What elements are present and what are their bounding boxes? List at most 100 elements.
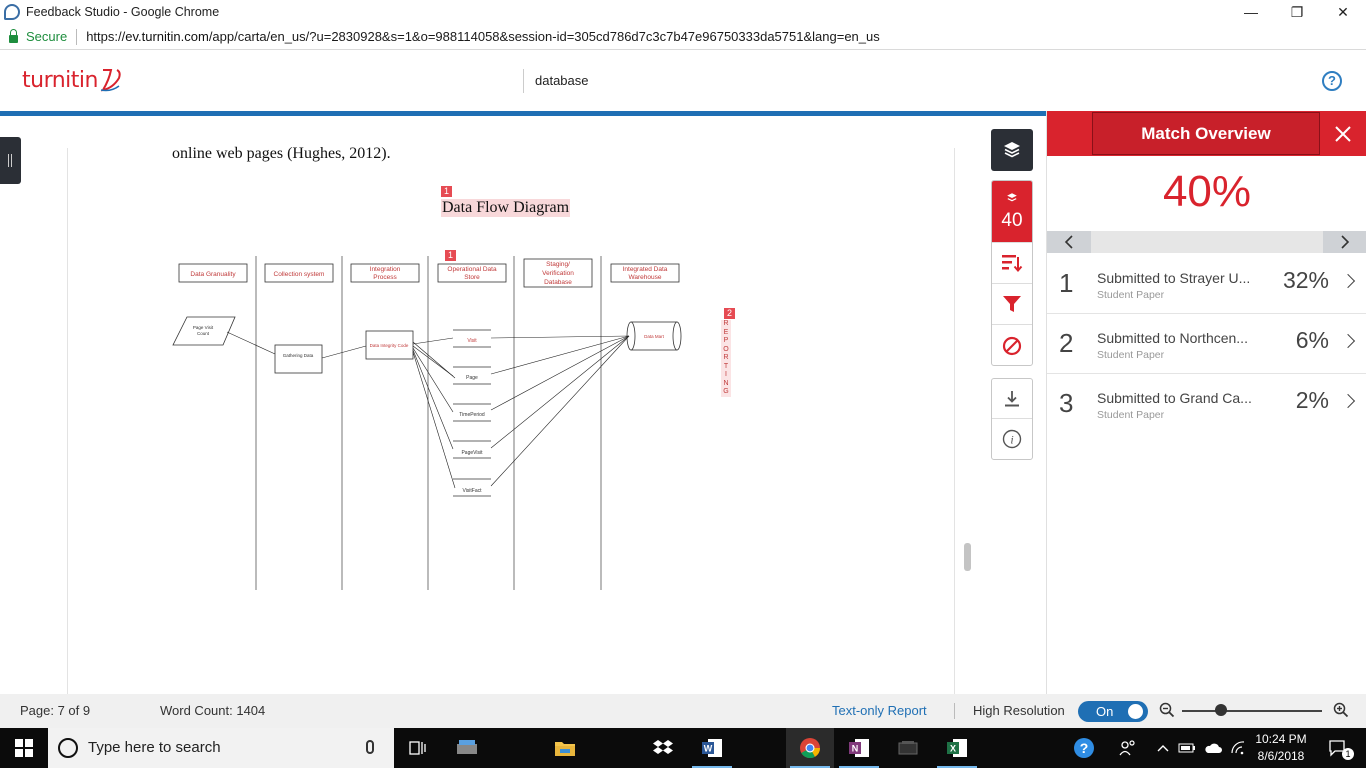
match-list-item[interactable]: 1 Submitted to Strayer U... Student Pape… [1047,254,1366,314]
task-view-button[interactable] [394,728,442,768]
previous-match-button[interactable] [1047,231,1091,253]
taskbar-dropbox[interactable] [639,728,687,768]
match-marker[interactable]: 2 [724,308,735,319]
taskbar-app-scanner[interactable] [443,728,491,768]
document-title: database [535,73,589,88]
sort-list-icon [1002,255,1023,273]
side-panel-toggle[interactable] [0,137,21,184]
lane-header-label: Collection system [274,271,325,278]
all-sources-button[interactable] [992,243,1032,284]
word-icon: W [702,739,722,757]
minimize-button[interactable]: — [1228,0,1274,24]
restore-button[interactable]: ❐ [1274,0,1320,24]
close-icon[interactable] [1333,124,1353,144]
help-icon[interactable]: ? [1322,71,1342,91]
layers-icon [1007,192,1017,201]
scrollbar-thumb[interactable] [964,543,971,571]
zoom-in-icon[interactable] [1333,702,1349,718]
text-only-report-link[interactable]: Text-only Report [832,703,927,718]
task-view-icon [409,741,426,755]
excel-icon: X [947,739,967,757]
page-indicator: Page: 7 of 9 [20,703,91,718]
store-node-label: TimePeriod [459,412,485,418]
match-marker[interactable]: 1 [441,186,452,197]
flow-arrow [226,331,276,355]
match-overview-button[interactable]: 40 [992,181,1032,243]
chevron-left-icon [1064,235,1073,249]
folder-icon [555,742,575,756]
filters-button[interactable] [992,284,1032,325]
wifi-icon[interactable] [1230,741,1246,755]
close-window-button[interactable]: ✕ [1320,0,1366,24]
data-flow-diagram-image: Data Granuality Collection system Integr… [172,256,682,590]
taskbar-clock[interactable]: 10:24 PM 8/6/2018 [1252,731,1310,765]
taskbar-media-app[interactable] [884,728,932,768]
app-header: turnitin database ? [0,51,1366,111]
high-resolution-toggle[interactable]: On [1078,701,1148,722]
taskbar-onenote[interactable]: N [835,728,883,768]
taskbar-chrome[interactable] [786,728,834,768]
people-button[interactable] [1106,728,1150,768]
match-list-item[interactable]: 3 Submitted to Grand Ca... Student Paper… [1047,374,1366,434]
clock-date: 8/6/2018 [1257,749,1305,763]
download-button[interactable] [992,379,1032,419]
flow-arrow [412,337,454,345]
onenote-icon: N [849,739,869,757]
chevron-right-icon[interactable] [1340,393,1356,409]
chevron-right-icon[interactable] [1340,273,1356,289]
taskbar-excel[interactable]: X [933,728,981,768]
zoom-slider-handle[interactable] [1215,704,1228,716]
window-title: Feedback Studio - Google Chrome [26,5,220,19]
flow-arrow [490,335,630,411]
turnitin-logo[interactable]: turnitin [22,68,98,93]
reporting-letter: O [723,345,729,353]
chevron-up-icon[interactable] [1156,743,1170,753]
address-bar[interactable]: Secure https://ev.turnitin.com/app/carta… [0,24,1366,50]
toggle-state-label: On [1096,704,1114,719]
document-scrollbar[interactable] [962,148,972,694]
document-tool-group: i [991,378,1033,460]
system-tray [1156,728,1254,768]
taskbar-file-explorer[interactable] [541,728,589,768]
collect-node-shape [274,344,323,374]
reporting-letter: T [723,362,729,370]
match-list-item[interactable]: 2 Submitted to Northcen... Student Paper… [1047,314,1366,374]
panel-title: Match Overview [1092,112,1320,155]
match-source: Submitted to Strayer U... [1097,270,1251,286]
match-list: 1 Submitted to Strayer U... Student Pape… [1047,254,1366,434]
match-index: 1 [1059,268,1074,298]
next-match-button[interactable] [1323,231,1366,253]
windows-taskbar: Type here to search W N X ? 10:24 PM 8/6… [0,728,1366,768]
battery-icon[interactable] [1178,742,1196,754]
layers-button[interactable] [991,129,1033,171]
lane-header-label: Store [464,274,480,281]
submission-info-button[interactable]: i [992,419,1032,459]
microphone-icon[interactable] [366,740,374,754]
taskbar-search[interactable]: Type here to search [48,728,394,768]
url-text[interactable]: https://ev.turnitin.com/app/carta/en_us/… [86,29,880,44]
chevron-right-icon[interactable] [1340,333,1356,349]
flow-arrow [490,335,630,487]
flow-arrow [490,335,630,339]
collect-node-label: Gathering Data [283,353,314,358]
layers-icon [1004,142,1020,158]
onedrive-icon[interactable] [1204,742,1222,754]
high-resolution-label: High Resolution [973,703,1065,718]
lane-header-label: Data Granuality [190,271,236,278]
reporting-letter: G [723,388,729,395]
lane-header-label: Database [544,279,572,286]
lane-header-label: Integrated Data [623,266,668,273]
zoom-slider-track[interactable] [1182,710,1322,712]
flow-arrow [490,335,630,449]
window-title-bar: Feedback Studio - Google Chrome — ❐ ✕ [0,0,1366,24]
start-button[interactable] [0,728,48,768]
status-bar: Page: 7 of 9 Word Count: 1404 Text-only … [0,694,1366,728]
chevron-right-icon [1341,235,1350,249]
taskbar-help-app[interactable]: ? [1062,728,1106,768]
word-count: Word Count: 1404 [160,703,266,718]
action-center-button[interactable]: 1 [1318,728,1358,768]
diagram-title-highlight[interactable]: Data Flow Diagram [441,199,571,217]
excluded-sources-button[interactable] [992,325,1032,365]
zoom-out-icon[interactable] [1159,702,1175,718]
taskbar-word[interactable]: W [688,728,736,768]
